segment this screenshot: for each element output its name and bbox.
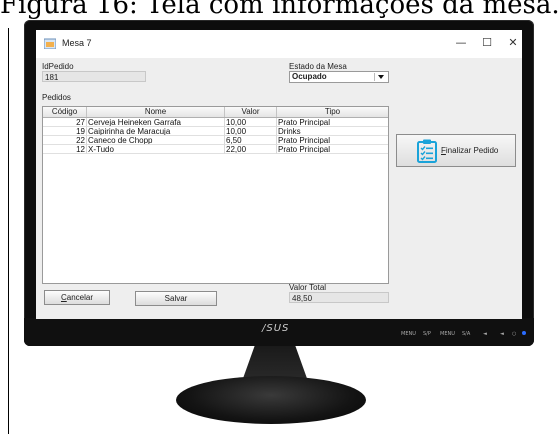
estado-mesa-select[interactable]: Ocupado xyxy=(289,71,389,83)
cell-tipo: Prato Principal xyxy=(277,145,388,154)
monitor-control-label: ○ xyxy=(512,331,517,337)
column-header-nome[interactable]: Nome xyxy=(87,107,225,117)
column-header-valor[interactable]: Valor xyxy=(225,107,277,117)
idpedido-label: IdPedido xyxy=(42,62,74,71)
cell-nome: X-Tudo xyxy=(87,145,225,154)
pedidos-label: Pedidos xyxy=(42,93,71,102)
minimize-button[interactable]: — xyxy=(448,34,474,52)
monitor-control-label: ◄ xyxy=(500,331,504,337)
figure-caption: Figura 16: Tela com informações da mesa. xyxy=(0,0,558,20)
clipboard-checklist-icon xyxy=(417,139,437,163)
estado-mesa-label: Estado da Mesa xyxy=(289,62,347,71)
cancelar-label-rest: ancelar xyxy=(66,293,94,302)
cell-tipo: Prato Principal xyxy=(277,136,388,145)
window-title: Mesa 7 xyxy=(62,38,92,48)
cell-valor: 10,00 xyxy=(225,118,277,127)
table-row[interactable]: 19 Caipirinha de Maracuja 10,00 Drinks xyxy=(43,127,388,136)
finalizar-label-rest: inalizar Pedido xyxy=(445,146,499,155)
window-content: IdPedido 181 Estado da Mesa Ocupado Pedi… xyxy=(36,58,522,319)
close-button[interactable]: ✕ xyxy=(500,34,522,52)
estado-mesa-value: Ocupado xyxy=(292,72,327,81)
valor-total-field[interactable]: 48,50 xyxy=(289,292,389,303)
valor-total-label: Valor Total xyxy=(289,283,327,292)
monitor-control-label: MENU xyxy=(401,331,416,337)
cell-tipo: Drinks xyxy=(277,127,388,136)
monitor-brand-logo: /SUS xyxy=(262,323,290,334)
table-row[interactable]: 22 Caneco de Chopp 6,50 Prato Principal xyxy=(43,136,388,145)
cell-codigo: 27 xyxy=(43,118,87,127)
cell-codigo: 22 xyxy=(43,136,87,145)
cancelar-button[interactable]: Cancelar xyxy=(44,290,110,305)
pedidos-table[interactable]: Código Nome Valor Tipo 27 Cerveja Heinek… xyxy=(42,106,389,284)
monitor-control-label: S/A xyxy=(462,331,471,337)
cell-valor: 10,00 xyxy=(225,127,277,136)
maximize-button[interactable]: ☐ xyxy=(474,34,500,52)
cell-nome: Cerveja Heineken Garrafa xyxy=(87,118,225,127)
monitor-base xyxy=(176,376,366,424)
finalizar-pedido-button[interactable]: Finalizar Pedido xyxy=(396,134,516,167)
window-titlebar: Mesa 7 — ☐ ✕ xyxy=(36,30,522,58)
power-led xyxy=(522,331,526,335)
monitor-control-label: MENU xyxy=(440,331,455,337)
cell-nome: Caipirinha de Maracuja xyxy=(87,127,225,136)
table-row[interactable]: 27 Cerveja Heineken Garrafa 10,00 Prato … xyxy=(43,118,388,127)
monitor-control-label: ◄ xyxy=(483,331,487,337)
monitor-control-label: S/P xyxy=(423,331,431,337)
cell-valor: 6,50 xyxy=(225,136,277,145)
frame-left-border xyxy=(8,28,9,434)
cell-codigo: 12 xyxy=(43,145,87,154)
chevron-down-icon[interactable] xyxy=(374,73,387,81)
column-header-tipo[interactable]: Tipo xyxy=(277,107,388,117)
cell-valor: 22,00 xyxy=(225,145,277,154)
table-row[interactable]: 12 X-Tudo 22,00 Prato Principal xyxy=(43,145,388,154)
cell-codigo: 19 xyxy=(43,127,87,136)
java-app-icon xyxy=(44,38,56,49)
cell-nome: Caneco de Chopp xyxy=(87,136,225,145)
column-header-codigo[interactable]: Código xyxy=(43,107,87,117)
app-window: Mesa 7 — ☐ ✕ IdPedido 181 Estado da Mesa… xyxy=(36,30,522,319)
finalizar-pedido-label: Finalizar Pedido xyxy=(441,146,498,155)
salvar-button[interactable]: Salvar xyxy=(135,291,217,306)
cell-tipo: Prato Principal xyxy=(277,118,388,127)
idpedido-field[interactable]: 181 xyxy=(42,71,146,82)
table-header: Código Nome Valor Tipo xyxy=(43,107,388,118)
